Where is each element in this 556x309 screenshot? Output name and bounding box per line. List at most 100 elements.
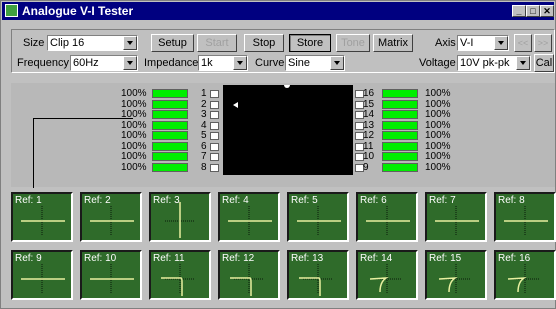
reference-label: Ref: 13 [291,253,324,264]
reference-label: Ref: 8 [498,195,525,206]
cursor-marker [233,82,290,108]
chevron-down-icon[interactable] [330,56,344,70]
matrix-button[interactable]: Matrix [373,34,413,52]
connector-line [33,118,133,119]
channel-number: 10 [363,151,375,162]
next-button[interactable]: >> [534,34,552,52]
channel-checkbox[interactable] [210,121,219,130]
level-bar [382,131,418,140]
level-bar [152,152,188,161]
reference-tile[interactable]: Ref: 2 [80,192,142,242]
close-button[interactable]: ✕ [540,5,554,17]
channel-number: 5 [201,130,207,141]
size-value: Clip 16 [50,37,85,49]
chevron-down-icon[interactable] [233,56,247,70]
reference-label: Ref: 12 [222,253,255,264]
curve-value: Sine [288,57,311,69]
reference-label: Ref: 11 [153,253,185,264]
size-label: Size [23,37,45,49]
reference-label: Ref: 10 [84,253,117,264]
curve-label: Curve [255,57,285,69]
level-bar [382,89,418,98]
level-bar [152,110,188,119]
reference-tile[interactable]: Ref: 8 [494,192,556,242]
connector-line [33,118,34,192]
channel-checkbox[interactable] [210,132,219,140]
chevron-down-icon[interactable] [123,36,137,50]
cal-button[interactable]: Cal [534,54,554,72]
live-trace-screen [223,82,353,175]
channel-checkbox[interactable] [210,100,219,109]
channel-number: 13 [363,119,375,131]
reference-tile[interactable]: Ref: 13 [287,250,349,300]
reference-tile[interactable]: Ref: 14 [356,250,418,300]
channel-percent: 100% [425,88,451,99]
level-bar [382,162,418,172]
impedance-value: 1k [201,57,213,69]
curve-select[interactable]: Sine [285,55,345,71]
voltage-select[interactable]: 10V pk-pk [457,55,531,71]
channel-number: 2 [201,98,207,110]
chevron-down-icon[interactable] [123,56,137,70]
app-icon[interactable] [5,4,18,17]
reference-tile[interactable]: Ref: 3 [149,192,211,242]
channel-checkbox[interactable] [210,90,219,98]
start-button[interactable]: Start [197,34,237,52]
reference-tile[interactable]: Ref: 7 [425,192,487,242]
stop-button[interactable]: Stop [244,34,284,52]
channel-percent: 100% [121,88,147,99]
store-button[interactable]: Store [289,34,331,52]
reference-tile[interactable]: Ref: 9 [11,250,73,300]
level-bar [382,120,418,130]
impedance-select[interactable]: 1k [198,55,248,71]
channel-number: 15 [363,98,375,110]
reference-label: Ref: 4 [222,195,249,206]
minimize-button[interactable]: _ [512,5,526,17]
channel-number: 4 [201,119,207,131]
channel-number: 14 [363,109,375,120]
size-select[interactable]: Clip 16 [47,35,138,51]
frequency-value: 60Hz [73,57,99,69]
reference-label: Ref: 6 [360,195,387,206]
level-bar [382,141,418,151]
reference-tile[interactable]: Ref: 4 [218,192,280,242]
reference-label: Ref: 14 [360,253,393,264]
level-bar [152,162,188,172]
reference-tile[interactable]: Ref: 15 [425,250,487,300]
maximize-button[interactable]: □ [526,5,540,17]
level-bar [152,131,188,140]
channel-percent: 100% [121,98,147,110]
channel-percent: 100% [121,161,147,173]
setup-button[interactable]: Setup [151,34,194,52]
channel-percent: 100% [425,98,451,110]
reference-tile[interactable]: Ref: 11 [149,250,211,300]
reference-tile[interactable]: Ref: 6 [356,192,418,242]
reference-label: Ref: 16 [498,253,531,264]
chevron-down-icon[interactable] [494,36,508,50]
channel-percent: 100% [121,140,147,152]
frequency-select[interactable]: 60Hz [70,55,138,71]
channel-checkbox[interactable] [210,142,219,151]
reference-tile[interactable]: Ref: 1 [11,192,73,242]
channel-percent: 100% [425,119,451,131]
level-bar [152,120,188,130]
channel-checkbox[interactable] [210,163,219,172]
axis-select[interactable]: V-I [457,35,509,51]
chevron-down-icon[interactable] [516,56,530,70]
channel-checkbox[interactable] [210,153,219,161]
tone-button[interactable]: Tone [336,34,370,52]
reference-label: Ref: 9 [15,253,42,264]
level-bar [152,89,188,98]
reference-tile[interactable]: Ref: 12 [218,250,280,300]
reference-tile[interactable]: Ref: 10 [80,250,142,300]
channel-percent: 100% [425,140,451,152]
title-bar[interactable]: Analogue V-I Tester _ □ ✕ [2,2,554,20]
reference-tile[interactable]: Ref: 16 [494,250,556,300]
voltage-value: 10V pk-pk [460,57,510,69]
channel-number: 8 [201,161,207,173]
reference-tile[interactable]: Ref: 5 [287,192,349,242]
reference-label: Ref: 2 [84,195,111,206]
previous-button[interactable]: << [514,34,532,52]
reference-label: Ref: 1 [15,195,42,206]
channel-checkbox[interactable] [210,111,219,119]
